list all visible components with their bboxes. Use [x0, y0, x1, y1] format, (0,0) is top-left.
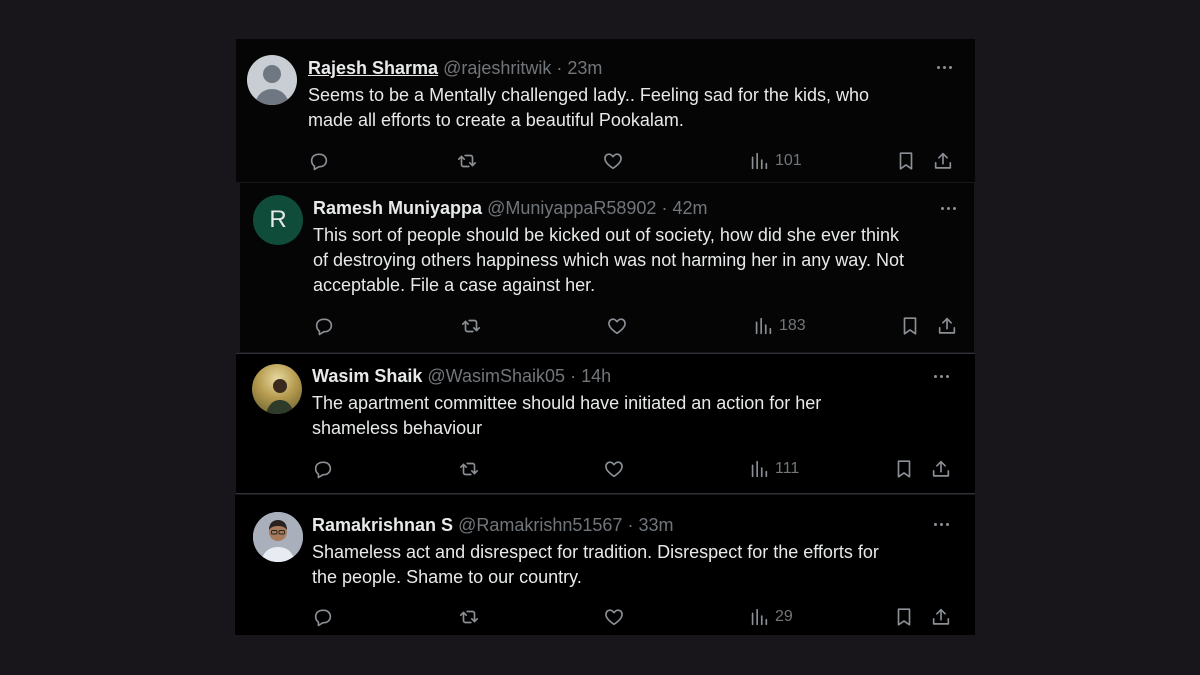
- bookmark-icon[interactable]: [895, 149, 917, 173]
- timestamp[interactable]: 23m: [567, 58, 602, 78]
- views-button[interactable]: 101: [748, 149, 802, 173]
- user-name[interactable]: Wasim Shaik: [312, 366, 422, 386]
- tweet-card[interactable]: Rajesh Sharma @rajeshritwik · 23m Seems …: [236, 39, 975, 182]
- tweet-header: Wasim Shaik @WasimShaik05 · 14h: [312, 365, 611, 387]
- tweet-actions: 183: [240, 314, 974, 338]
- retweet-icon[interactable]: [458, 457, 480, 481]
- bookmark-icon[interactable]: [899, 314, 921, 338]
- reply-icon[interactable]: [308, 149, 330, 173]
- tweet-text: Shameless act and disrespect for traditi…: [312, 542, 879, 587]
- photo-avatar[interactable]: [252, 364, 302, 414]
- reply-icon[interactable]: [313, 314, 335, 338]
- timestamp[interactable]: 42m: [672, 198, 707, 218]
- share-icon[interactable]: [930, 605, 952, 629]
- default-user-icon: [255, 65, 289, 105]
- tweet-actions: 101: [236, 149, 975, 173]
- retweet-icon[interactable]: [458, 605, 480, 629]
- views-icon: [752, 315, 774, 337]
- tweet-text: The apartment committee should have init…: [312, 393, 822, 438]
- default-avatar[interactable]: [247, 55, 297, 105]
- tweet-card[interactable]: R Ramesh Muniyappa @MuniyappaR58902 · 42…: [240, 183, 974, 352]
- like-icon[interactable]: [606, 314, 628, 338]
- tweet-text: Seems to be a Mentally challenged lady..…: [308, 85, 869, 130]
- more-icon[interactable]: [930, 517, 952, 531]
- views-button[interactable]: 29: [748, 605, 793, 629]
- user-handle[interactable]: @rajeshritwik: [443, 58, 551, 78]
- like-icon[interactable]: [603, 457, 625, 481]
- views-icon: [748, 606, 770, 628]
- more-icon[interactable]: [930, 369, 952, 383]
- reply-icon[interactable]: [312, 457, 334, 481]
- views-button[interactable]: 183: [752, 314, 806, 338]
- views-icon: [748, 150, 770, 172]
- share-icon[interactable]: [932, 149, 954, 173]
- photo-avatar[interactable]: [253, 512, 303, 562]
- user-photo: [266, 379, 294, 414]
- tweet-header: Rajesh Sharma @rajeshritwik · 23m: [308, 57, 602, 79]
- user-handle[interactable]: @Ramakrishn51567: [458, 515, 622, 535]
- retweet-icon[interactable]: [460, 314, 482, 338]
- user-name[interactable]: Rajesh Sharma: [308, 58, 438, 78]
- more-icon[interactable]: [933, 60, 955, 74]
- like-icon[interactable]: [603, 605, 625, 629]
- share-icon[interactable]: [936, 314, 958, 338]
- timestamp[interactable]: 14h: [581, 366, 611, 386]
- user-photo: [253, 512, 303, 562]
- like-icon[interactable]: [602, 149, 624, 173]
- bookmark-icon[interactable]: [893, 605, 915, 629]
- separator: ·: [627, 515, 634, 535]
- views-count: 29: [775, 608, 793, 625]
- tweet-actions: 29: [235, 605, 975, 629]
- views-count: 111: [775, 460, 800, 477]
- separator: ·: [661, 198, 668, 218]
- views-count: 183: [779, 317, 806, 334]
- tweet-card[interactable]: Ramakrishnan S @Ramakrishn51567 · 33m Sh…: [235, 495, 975, 635]
- user-name[interactable]: Ramakrishnan S: [312, 515, 453, 535]
- reply-icon[interactable]: [312, 605, 334, 629]
- views-button[interactable]: 111: [748, 457, 799, 481]
- user-handle[interactable]: @MuniyappaR58902: [487, 198, 656, 218]
- bookmark-icon[interactable]: [893, 457, 915, 481]
- tweet-header: Ramakrishnan S @Ramakrishn51567 · 33m: [312, 514, 673, 536]
- letter-avatar[interactable]: R: [253, 195, 303, 245]
- timestamp[interactable]: 33m: [638, 515, 673, 535]
- share-icon[interactable]: [930, 457, 952, 481]
- tweet-card[interactable]: Wasim Shaik @WasimShaik05 · 14h The apar…: [236, 353, 975, 494]
- avatar-letter: R: [269, 206, 287, 233]
- more-icon[interactable]: [937, 201, 959, 215]
- user-name[interactable]: Ramesh Muniyappa: [313, 198, 482, 218]
- retweet-icon[interactable]: [456, 149, 478, 173]
- views-icon: [748, 458, 770, 480]
- tweet-text: This sort of people should be kicked out…: [313, 225, 904, 295]
- user-handle[interactable]: @WasimShaik05: [427, 366, 565, 386]
- tweet-header: Ramesh Muniyappa @MuniyappaR58902 · 42m: [313, 197, 708, 219]
- tweet-actions: 111: [236, 457, 975, 481]
- separator: ·: [570, 366, 577, 386]
- separator: ·: [556, 58, 563, 78]
- views-count: 101: [775, 152, 802, 169]
